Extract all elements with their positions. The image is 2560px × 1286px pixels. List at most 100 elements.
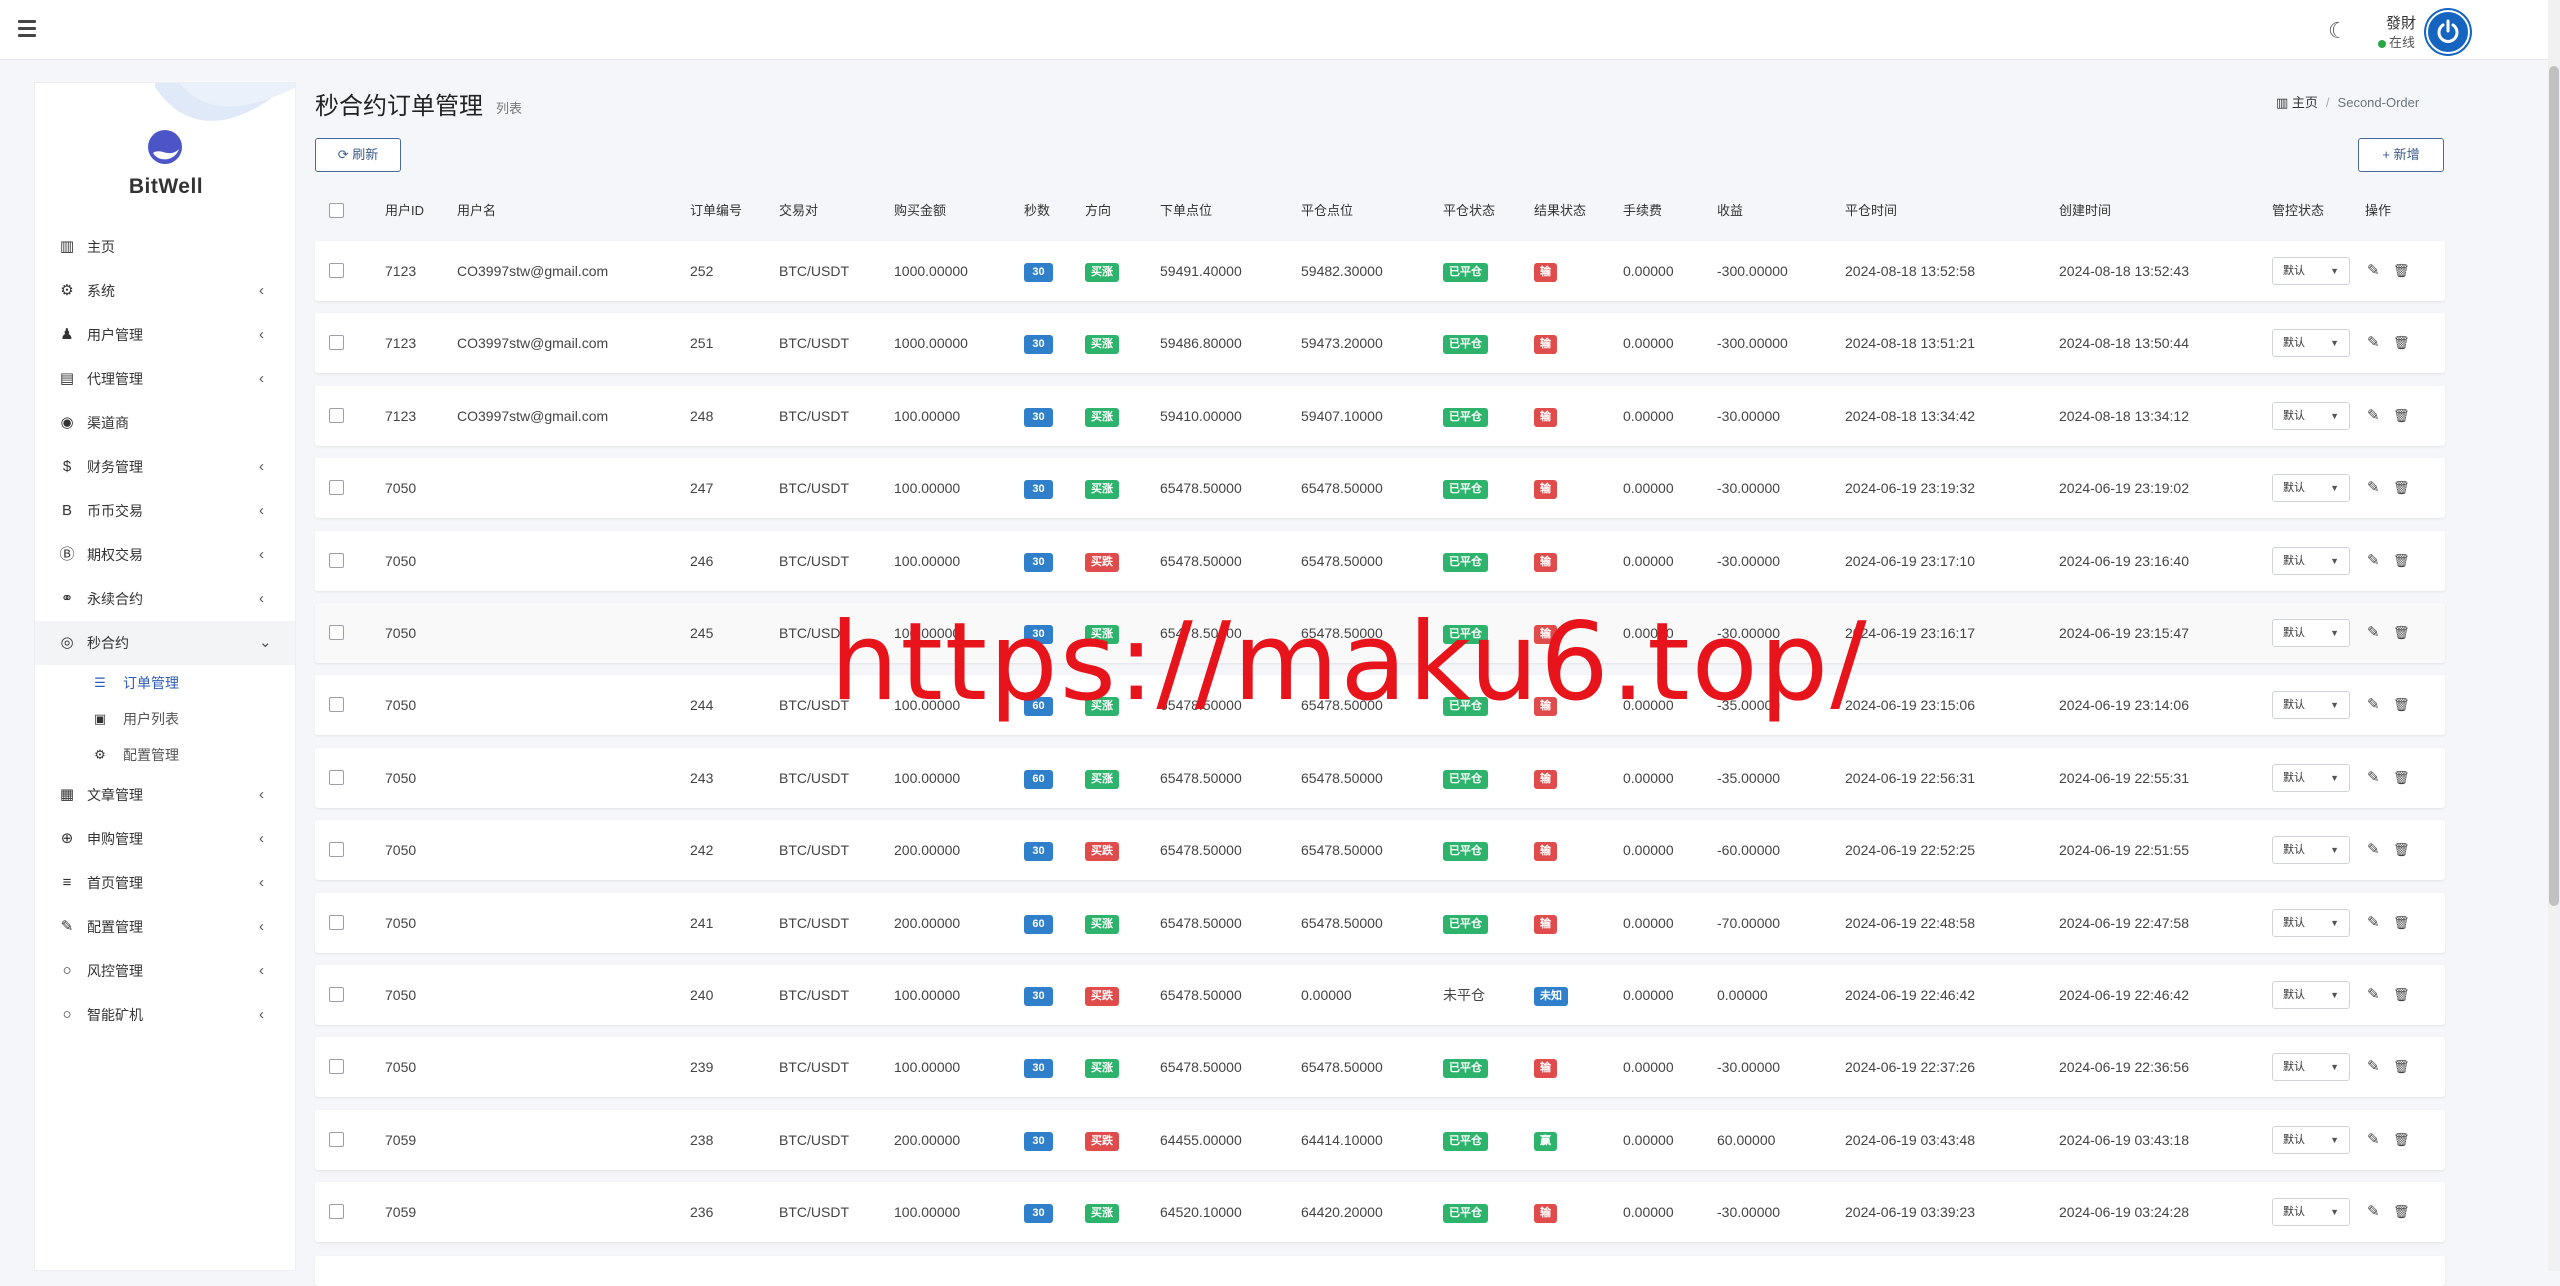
sidebar-item-users[interactable]: ♟ 用户管理 ‹ <box>35 313 295 357</box>
sidebar-item-label: 申购管理 <box>87 831 143 847</box>
trash-icon[interactable]: 🗑 <box>2393 893 2410 953</box>
control-status-select[interactable]: 默认 ▼ <box>2272 402 2350 430</box>
edit-icon[interactable]: ✎ <box>2367 1110 2380 1170</box>
control-status-select[interactable]: 默认 ▼ <box>2272 619 2350 647</box>
sidebar-subitem-user-list[interactable]: ▣ 用户列表 <box>35 701 295 737</box>
row-checkbox[interactable] <box>329 1059 344 1074</box>
control-status-select[interactable]: 默认 ▼ <box>2272 836 2350 864</box>
row-checkbox[interactable] <box>329 625 344 640</box>
moon-icon[interactable]: ☾ <box>2328 18 2348 44</box>
edit-icon[interactable]: ✎ <box>2367 1182 2380 1242</box>
trash-icon[interactable]: 🗑 <box>2393 603 2410 663</box>
sidebar-item-options[interactable]: Ⓑ 期权交易 ‹ <box>35 533 295 577</box>
sidebar-item-homepage[interactable]: ≡ 首页管理 ‹ <box>35 861 295 905</box>
edit-icon[interactable]: ✎ <box>2367 603 2380 663</box>
trash-icon[interactable]: 🗑 <box>2393 1182 2410 1242</box>
row-checkbox[interactable] <box>329 697 344 712</box>
row-checkbox[interactable] <box>329 915 344 930</box>
row-checkbox[interactable] <box>329 480 344 495</box>
trash-icon[interactable]: 🗑 <box>2393 748 2410 808</box>
edit-icon[interactable]: ✎ <box>2367 313 2380 373</box>
sidebar-item-articles[interactable]: ▦ 文章管理 ‹ <box>35 773 295 817</box>
edit-icon[interactable]: ✎ <box>2367 965 2380 1025</box>
edit-icon[interactable]: ✎ <box>2367 893 2380 953</box>
row-checkbox[interactable] <box>329 1204 344 1219</box>
trash-icon[interactable]: 🗑 <box>2393 675 2410 735</box>
direction-badge: 买涨 <box>1085 262 1119 282</box>
cell-order-no: 243 <box>690 770 714 786</box>
control-status-select[interactable]: 默认 ▼ <box>2272 1198 2350 1226</box>
add-button[interactable]: + 新增 <box>2358 138 2444 172</box>
control-status-select[interactable]: 默认 ▼ <box>2272 909 2350 937</box>
trash-icon[interactable]: 🗑 <box>2393 313 2410 373</box>
trash-icon[interactable]: 🗑 <box>2393 1037 2410 1097</box>
seconds-badge: 60 <box>1024 696 1053 716</box>
row-checkbox[interactable] <box>329 408 344 423</box>
row-checkbox[interactable] <box>329 770 344 785</box>
refresh-button[interactable]: ⟳ 刷新 <box>315 138 401 172</box>
row-checkbox[interactable] <box>329 553 344 568</box>
cell-seconds: 30 <box>1024 458 1053 518</box>
edit-icon[interactable]: ✎ <box>2367 1037 2380 1097</box>
control-status-select[interactable]: 默认 ▼ <box>2272 764 2350 792</box>
sidebar-item-spot[interactable]: B 币币交易 ‹ <box>35 489 295 533</box>
control-status-select[interactable]: 默认 ▼ <box>2272 1053 2350 1081</box>
sidebar-item-home[interactable]: ▥ 主页 <box>35 225 295 269</box>
scrollbar-thumb[interactable] <box>2549 66 2559 906</box>
edit-icon[interactable]: ✎ <box>2367 531 2380 591</box>
select-all-checkbox[interactable] <box>329 203 344 218</box>
sidebar-subitem-config[interactable]: ⚙ 配置管理 <box>35 737 295 773</box>
sidebar-item-perpetual[interactable]: ⚭ 永续合约 ‹ <box>35 577 295 621</box>
edit-icon[interactable]: ✎ <box>2367 748 2380 808</box>
control-status-select[interactable]: 默认 ▼ <box>2272 329 2350 357</box>
cell-close-price: 0.00000 <box>1301 987 1352 1003</box>
sidebar-item-settings[interactable]: ✎ 配置管理 ‹ <box>35 905 295 949</box>
sidebar-item-risk[interactable]: ○ 风控管理 ‹ <box>35 949 295 993</box>
control-status-select[interactable]: 默认 ▼ <box>2272 691 2350 719</box>
sidebar-item-channels[interactable]: ◉ 渠道商 <box>35 401 295 445</box>
cell-order-no: 252 <box>690 263 714 279</box>
gear-icon: ⚙ <box>60 282 74 299</box>
sidebar-subitem-orders[interactable]: ☰ 订单管理 <box>35 665 295 701</box>
row-checkbox[interactable] <box>329 987 344 1002</box>
cell-open-price: 65478.50000 <box>1160 915 1242 931</box>
row-checkbox[interactable] <box>329 335 344 350</box>
control-status-select[interactable]: 默认 ▼ <box>2272 981 2350 1009</box>
cell-close-status: 已平仓 <box>1443 1182 1488 1242</box>
control-status-select[interactable]: 默认 ▼ <box>2272 257 2350 285</box>
cell-fee: 0.00000 <box>1623 480 1674 496</box>
edit-icon[interactable]: ✎ <box>2367 386 2380 446</box>
cell-pair: BTC/USDT <box>779 987 849 1003</box>
control-status-select[interactable]: 默认 ▼ <box>2272 1126 2350 1154</box>
menu-toggle-icon[interactable] <box>18 16 44 42</box>
sidebar-item-mining[interactable]: ○ 智能矿机 ‹ <box>35 993 295 1037</box>
cell-uid: 7050 <box>385 1059 417 1075</box>
close-status-badge: 已平仓 <box>1443 552 1488 572</box>
sidebar-item-system[interactable]: ⚙ 系统 ‹ <box>35 269 295 313</box>
control-status-select[interactable]: 默认 ▼ <box>2272 547 2350 575</box>
trash-icon[interactable]: 🗑 <box>2393 1110 2410 1170</box>
trash-icon[interactable]: 🗑 <box>2393 965 2410 1025</box>
seconds-badge: 30 <box>1024 986 1053 1006</box>
sidebar-item-agents[interactable]: ▤ 代理管理 ‹ <box>35 357 295 401</box>
edit-icon[interactable]: ✎ <box>2367 675 2380 735</box>
trash-icon[interactable]: 🗑 <box>2393 241 2410 301</box>
cell-uid: 7123 <box>385 263 417 279</box>
add-label: 新增 <box>2393 147 2420 162</box>
row-checkbox[interactable] <box>329 263 344 278</box>
trash-icon[interactable]: 🗑 <box>2393 531 2410 591</box>
control-status-select[interactable]: 默认 ▼ <box>2272 474 2350 502</box>
sidebar-item-finance[interactable]: $ 财务管理 ‹ <box>35 445 295 489</box>
edit-icon[interactable]: ✎ <box>2367 241 2380 301</box>
avatar[interactable] <box>2426 10 2470 54</box>
row-checkbox[interactable] <box>329 1132 344 1147</box>
sidebar-item-second-contract[interactable]: ◎ 秒合约 ⌄ <box>35 621 295 665</box>
breadcrumb-home[interactable]: ▥ 主页 <box>2276 95 2318 110</box>
row-checkbox[interactable] <box>329 842 344 857</box>
edit-icon[interactable]: ✎ <box>2367 820 2380 880</box>
sidebar-item-subscription[interactable]: ⊕ 申购管理 ‹ <box>35 817 295 861</box>
trash-icon[interactable]: 🗑 <box>2393 820 2410 880</box>
edit-icon[interactable]: ✎ <box>2367 458 2380 518</box>
trash-icon[interactable]: 🗑 <box>2393 458 2410 518</box>
trash-icon[interactable]: 🗑 <box>2393 386 2410 446</box>
